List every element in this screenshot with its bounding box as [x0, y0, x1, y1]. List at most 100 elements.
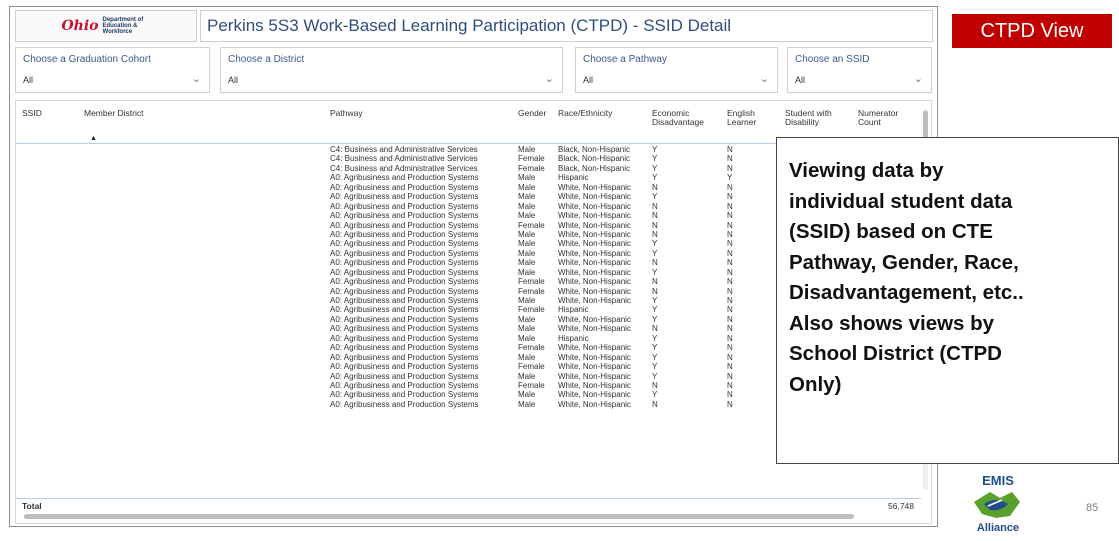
- table-cell: Male: [518, 173, 536, 183]
- table-cell: Hispanic: [558, 333, 589, 343]
- table-cell: Y: [652, 352, 658, 362]
- column-header-ssid[interactable]: SSID: [22, 109, 42, 118]
- slicer-value[interactable]: All: [228, 75, 238, 85]
- table-cell: Male: [518, 192, 536, 202]
- table-cell: White, Non-Hispanic: [558, 362, 631, 372]
- table-cell: White, Non-Hispanic: [558, 286, 631, 296]
- table-cell: Female: [518, 305, 545, 315]
- emis-alliance-logo: EMIS Alliance: [958, 470, 1064, 541]
- table-cell: N: [727, 267, 733, 277]
- table-cell: White, Non-Hispanic: [558, 192, 631, 202]
- table-cell: Y: [652, 154, 658, 164]
- logo-text: Department of Education & Workforce: [102, 17, 144, 35]
- table-cell: N: [727, 380, 733, 390]
- table-cell: Female: [518, 163, 545, 173]
- slicer-label: Choose a District: [228, 54, 305, 65]
- table-cell: N: [727, 286, 733, 296]
- page-number: 85: [1086, 502, 1099, 514]
- pathway-slicer[interactable]: Choose a Pathway All ⌄: [575, 47, 778, 93]
- table-cell: N: [727, 163, 733, 173]
- district-slicer[interactable]: Choose a District All ⌄: [220, 47, 563, 93]
- table-cell: C4: Business and Administrative Services: [330, 163, 478, 173]
- table-cell: White, Non-Hispanic: [558, 314, 631, 324]
- table-cell: N: [727, 182, 733, 192]
- table-cell: White, Non-Hispanic: [558, 380, 631, 390]
- table-cell: Male: [518, 211, 536, 221]
- chevron-down-icon[interactable]: ⌄: [914, 72, 923, 85]
- table-cell: N: [727, 192, 733, 202]
- table-cell: Female: [518, 380, 545, 390]
- table-cell: A0: Agribusiness and Production Systems: [330, 296, 479, 305]
- table-cell: Male: [518, 258, 536, 268]
- table-cell: White, Non-Hispanic: [558, 239, 631, 249]
- table-cell: White, Non-Hispanic: [558, 296, 631, 305]
- slicer-value[interactable]: All: [795, 75, 805, 85]
- table-cell: Y: [652, 296, 658, 305]
- table-cell: A0: Agribusiness and Production Systems: [330, 173, 479, 183]
- column-header-numerator-count[interactable]: Numerator Count: [858, 109, 910, 127]
- table-cell: Male: [518, 182, 536, 192]
- table-cell: N: [727, 371, 733, 381]
- callout-text: Viewing data by individual student data …: [789, 159, 1024, 396]
- table-cell: A0: Agribusiness and Production Systems: [330, 239, 479, 249]
- horizontal-scrollbar[interactable]: [24, 514, 854, 519]
- table-cell: White, Non-Hispanic: [558, 324, 631, 334]
- graduation-cohort-slicer[interactable]: Choose a Graduation Cohort All ⌄: [15, 47, 210, 93]
- table-cell: Black, Non-Hispanic: [558, 145, 631, 154]
- ssid-slicer[interactable]: Choose an SSID All ⌄: [787, 47, 932, 93]
- column-header-race[interactable]: Race/Ethnicity: [558, 109, 612, 118]
- table-cell: Male: [518, 267, 536, 277]
- column-header-pathway[interactable]: Pathway: [330, 109, 363, 118]
- column-header-disability[interactable]: Student with Disability: [785, 109, 837, 127]
- table-cell: White, Non-Hispanic: [558, 390, 631, 400]
- table-cell: White, Non-Hispanic: [558, 371, 631, 381]
- table-cell: Y: [652, 192, 658, 202]
- table-cell: Male: [518, 399, 536, 409]
- chevron-down-icon[interactable]: ⌄: [192, 72, 201, 85]
- sort-ascending-icon[interactable]: ▲: [90, 135, 97, 142]
- table-cell: Y: [652, 314, 658, 324]
- table-cell: Female: [518, 220, 545, 230]
- slicer-label: Choose an SSID: [795, 54, 870, 65]
- table-cell: Female: [518, 286, 545, 296]
- table-cell: A0: Agribusiness and Production Systems: [330, 201, 479, 211]
- column-header-member-district[interactable]: Member District: [84, 109, 144, 118]
- slicer-value[interactable]: All: [583, 75, 593, 85]
- slicer-value[interactable]: All: [23, 75, 33, 85]
- total-label: Total: [22, 501, 42, 511]
- column-header-economic-disadvantage[interactable]: Economic Disadvantage: [652, 109, 710, 127]
- emis-logo-text: EMIS: [982, 473, 1014, 488]
- table-cell: A0: Agribusiness and Production Systems: [330, 277, 479, 287]
- table-cell: White, Non-Hispanic: [558, 248, 631, 258]
- table-cell: White, Non-Hispanic: [558, 229, 631, 239]
- table-cell: A0: Agribusiness and Production Systems: [330, 305, 479, 315]
- column-header-english-learner[interactable]: English Learner: [727, 109, 767, 127]
- table-cell: White, Non-Hispanic: [558, 352, 631, 362]
- table-cell: Y: [652, 390, 658, 400]
- table-cell: N: [727, 352, 733, 362]
- table-cell: N: [652, 258, 658, 268]
- ohio-logo-mark: Ohio: [61, 18, 99, 34]
- total-value: 56,748: [888, 501, 914, 511]
- table-cell: A0: Agribusiness and Production Systems: [330, 248, 479, 258]
- chevron-down-icon[interactable]: ⌄: [760, 72, 769, 85]
- column-header-gender[interactable]: Gender: [518, 109, 546, 118]
- slicer-label: Choose a Graduation Cohort: [23, 54, 151, 65]
- table-cell: A0: Agribusiness and Production Systems: [330, 192, 479, 202]
- table-cell: Hispanic: [558, 305, 589, 315]
- table-cell: Male: [518, 324, 536, 334]
- table-cell: Y: [652, 173, 658, 183]
- table-cell: Y: [652, 145, 658, 154]
- table-cell: White, Non-Hispanic: [558, 399, 631, 409]
- chevron-down-icon[interactable]: ⌄: [545, 72, 554, 85]
- table-cell: A0: Agribusiness and Production Systems: [330, 352, 479, 362]
- table-cell: N: [727, 248, 733, 258]
- table-cell: White, Non-Hispanic: [558, 343, 631, 353]
- table-cell: N: [727, 154, 733, 164]
- table-cell: N: [727, 390, 733, 400]
- table-cell: N: [727, 314, 733, 324]
- ctpd-view-badge: CTPD View: [952, 14, 1112, 48]
- table-cell: A0: Agribusiness and Production Systems: [330, 258, 479, 268]
- table-cell: A0: Agribusiness and Production Systems: [330, 229, 479, 239]
- table-cell: Male: [518, 390, 536, 400]
